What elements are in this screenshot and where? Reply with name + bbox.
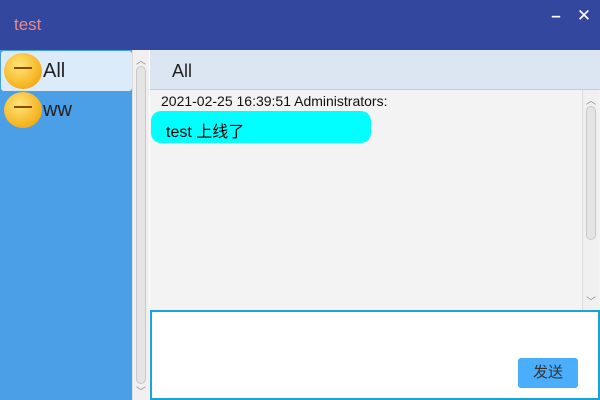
scroll-up-icon[interactable]: ︿ [583, 92, 599, 107]
send-button[interactable]: 发送 [518, 358, 578, 388]
scrollbar-thumb[interactable] [586, 106, 596, 240]
contact-name: All [43, 59, 66, 82]
message-area: 2021-02-25 16:39:51 Administrators: test… [150, 90, 600, 310]
close-icon[interactable]: ✕ [574, 6, 594, 26]
contact-list: All ww [0, 50, 132, 400]
chat-title: All [172, 61, 193, 81]
message-bubble: test 上线了 [151, 111, 371, 143]
contact-list-scrollbar[interactable]: ︿ ﹀ [132, 50, 149, 400]
title-bar: test – ✕ [0, 0, 600, 50]
scroll-down-icon[interactable]: ﹀ [133, 383, 149, 398]
message-meta: 2021-02-25 16:39:51 Administrators: [161, 93, 388, 109]
scrollbar-thumb[interactable] [136, 66, 146, 384]
waving-emoji-icon [4, 53, 42, 89]
contact-item-ww[interactable]: ww [1, 90, 132, 130]
scroll-up-icon[interactable]: ︿ [133, 52, 149, 67]
contact-name: ww [43, 98, 72, 121]
message-text: test 上线了 [166, 124, 245, 141]
contact-item-all[interactable]: All [1, 51, 132, 91]
minimize-icon[interactable]: – [546, 6, 566, 26]
message-scrollbar[interactable]: ︿ ﹀ [582, 90, 599, 310]
chat-header: All [150, 50, 600, 90]
window-title: test [14, 15, 42, 34]
sleepy-emoji-icon [4, 92, 42, 128]
scroll-down-icon[interactable]: ﹀ [583, 293, 599, 308]
